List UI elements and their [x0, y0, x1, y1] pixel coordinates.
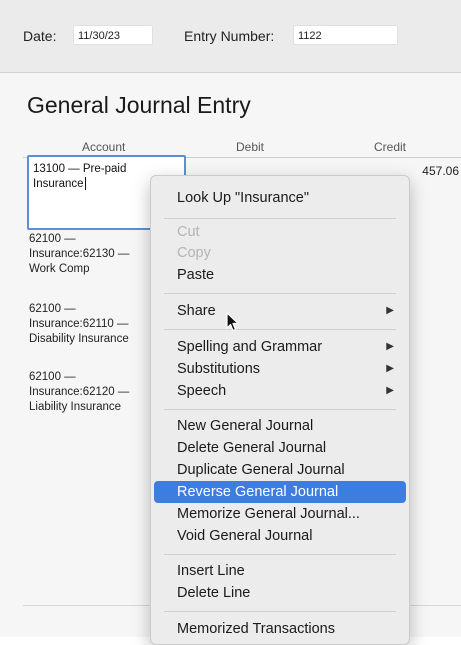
menu-item-label: Share: [177, 303, 216, 319]
menu-item-cut: Cut: [154, 221, 406, 243]
text-cursor: [84, 177, 86, 191]
menu-item-label: Delete Line: [177, 585, 251, 601]
date-label: Date:: [23, 28, 57, 44]
column-header-debit: Debit: [236, 140, 265, 154]
header-bar: Date: 11/30/23 Entry Number: 1122: [0, 0, 461, 73]
account-line: Liability Insurance: [29, 401, 122, 413]
column-header-credit: Credit: [374, 140, 407, 154]
menu-item-label: Delete General Journal: [177, 440, 327, 456]
menu-item-label: Memorize General Journal...: [177, 506, 360, 522]
menu-item-label: Void General Journal: [177, 528, 313, 544]
menu-item-copy: Copy: [154, 242, 406, 264]
credit-value[interactable]: 457.06: [422, 164, 459, 178]
menu-item-memorize-general-journal[interactable]: Memorize General Journal...: [154, 503, 406, 525]
submenu-arrow-icon: ▶: [386, 363, 394, 374]
menu-item-label: Look Up "Insurance": [177, 190, 310, 206]
menu-item-delete-line[interactable]: Delete Line: [154, 582, 406, 604]
menu-item-reverse-general-journal[interactable]: Reverse General Journal: [154, 481, 406, 503]
menu-item-new-general-journal[interactable]: New General Journal: [154, 415, 406, 437]
menu-separator: [164, 329, 396, 330]
menu-item-paste[interactable]: Paste: [154, 264, 406, 286]
account-text-line2: Insurance: [33, 178, 84, 190]
account-text-line1: 13100 — Pre-paid: [33, 163, 127, 175]
account-line: 62100 —: [29, 233, 76, 245]
mouse-pointer-icon: [226, 312, 239, 332]
menu-item-label: Duplicate General Journal: [177, 462, 345, 478]
menu-separator: [164, 611, 396, 612]
account-cell[interactable]: 62100 — Insurance:62110 — Disability Ins…: [29, 302, 157, 347]
menu-item-substitutions[interactable]: Substitutions ▶: [154, 358, 406, 380]
date-field[interactable]: 11/30/23: [73, 25, 153, 45]
menu-separator: [164, 293, 396, 294]
page-title: General Journal Entry: [27, 92, 251, 118]
account-cell[interactable]: 62100 — Insurance:62130 — Work Comp: [29, 232, 157, 277]
menu-item-label: Paste: [177, 267, 215, 283]
account-line: Insurance:62130 —: [29, 248, 130, 260]
menu-separator: [164, 218, 396, 219]
menu-item-label: Insert Line: [177, 563, 245, 579]
menu-item-look-up[interactable]: Look Up "Insurance": [154, 187, 406, 209]
menu-item-speech[interactable]: Speech ▶: [154, 380, 406, 402]
menu-item-delete-general-journal[interactable]: Delete General Journal: [154, 437, 406, 459]
context-menu: Look Up "Insurance" Cut Copy Paste Share…: [150, 175, 410, 645]
menu-separator: [164, 554, 396, 555]
account-line: 62100 —: [29, 371, 76, 383]
account-line: Insurance:62110 —: [29, 318, 129, 330]
account-line: Work Comp: [29, 263, 90, 275]
account-line: 62100 —: [29, 303, 76, 315]
account-line: Insurance:62120 —: [29, 386, 130, 398]
submenu-arrow-icon: ▶: [386, 305, 394, 316]
entry-number-field[interactable]: 1122: [293, 25, 398, 45]
menu-item-label: Cut: [177, 224, 200, 240]
menu-separator: [164, 409, 396, 410]
column-header-account: Account: [82, 140, 126, 154]
account-line: Disability Insurance: [29, 333, 129, 345]
menu-item-label: New General Journal: [177, 418, 314, 434]
menu-item-label: Reverse General Journal: [177, 484, 339, 500]
submenu-arrow-icon: ▶: [386, 341, 394, 352]
entry-number-label: Entry Number:: [184, 28, 275, 44]
menu-item-label: Spelling and Grammar: [177, 339, 323, 355]
menu-item-label: Substitutions: [177, 361, 261, 377]
menu-item-label: Memorized Transactions: [177, 621, 335, 637]
menu-item-label: Copy: [177, 245, 211, 261]
menu-item-share[interactable]: Share ▶: [154, 300, 406, 322]
menu-item-spelling-and-grammar[interactable]: Spelling and Grammar ▶: [154, 336, 406, 358]
menu-item-duplicate-general-journal[interactable]: Duplicate General Journal: [154, 459, 406, 481]
menu-item-void-general-journal[interactable]: Void General Journal: [154, 525, 406, 547]
menu-item-label: Speech: [177, 383, 227, 399]
menu-item-insert-line[interactable]: Insert Line: [154, 560, 406, 582]
submenu-arrow-icon: ▶: [386, 385, 394, 396]
account-cell[interactable]: 62100 — Insurance:62120 — Liability Insu…: [29, 370, 157, 415]
